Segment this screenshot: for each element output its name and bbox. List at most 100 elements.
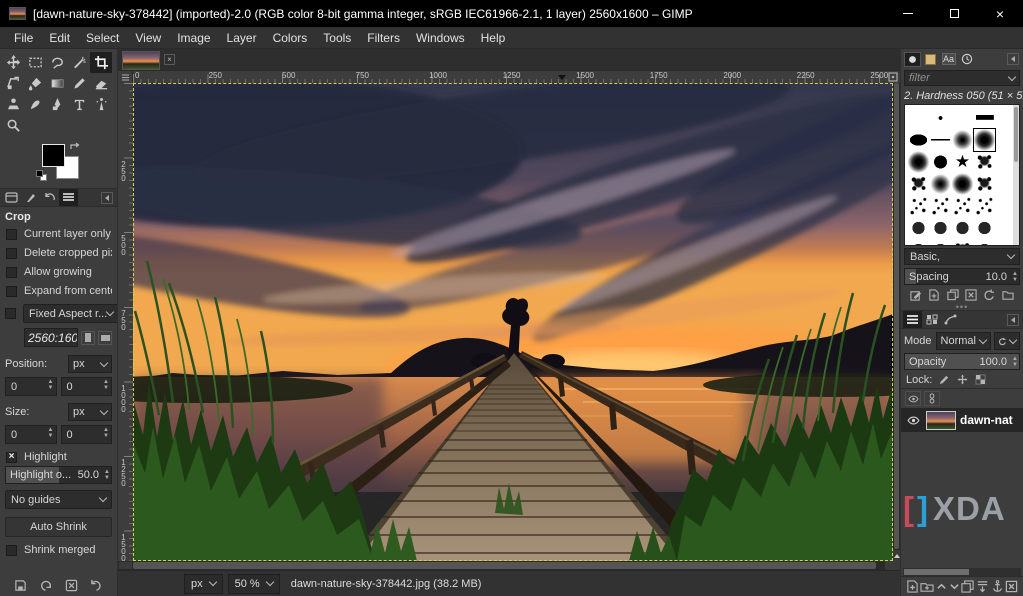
- text-tool-button[interactable]: [68, 94, 90, 115]
- horizontal-scrollbar-thumb[interactable]: [133, 562, 876, 569]
- current-layer-only-option[interactable]: Current layer only: [6, 228, 112, 240]
- delete-tool-preset-icon[interactable]: [65, 579, 78, 592]
- document-history-tab[interactable]: [958, 52, 975, 67]
- expand-from-center-option[interactable]: Expand from center: [6, 285, 112, 297]
- raise-layer-button[interactable]: [936, 581, 947, 592]
- horizontal-ruler[interactable]: 0 250 500 750 1000 1250 1500 1750 2000 2…: [133, 71, 886, 83]
- position-unit-dropdown[interactable]: px: [68, 355, 112, 373]
- highlight-opacity-slider[interactable]: Highlight o... 50.0 ▲▼: [5, 466, 112, 484]
- delete-layer-button[interactable]: [1005, 580, 1018, 593]
- restore-tool-preset-icon[interactable]: [39, 579, 52, 592]
- brush-thumbnail[interactable]: [930, 151, 951, 173]
- zoom-dropdown[interactable]: 50 %: [228, 574, 280, 594]
- bucket-fill-tool-button[interactable]: [24, 73, 46, 94]
- menu-select[interactable]: Select: [78, 28, 127, 48]
- spacing-slider[interactable]: Spacing 10.0 ▲▼: [904, 268, 1020, 285]
- visibility-column-toggle[interactable]: [905, 391, 921, 406]
- shrink-merged-checkbox[interactable]: [6, 545, 17, 556]
- minimize-button[interactable]: [885, 0, 931, 27]
- guides-dropdown[interactable]: No guides: [5, 490, 112, 509]
- layer-mode-dropdown[interactable]: Normal: [936, 332, 991, 350]
- rectangle-select-tool-button[interactable]: [24, 52, 46, 73]
- brush-thumbnail[interactable]: [974, 107, 995, 129]
- layer-name[interactable]: dawn-nat: [960, 413, 1013, 427]
- delete-cropped-pixels-checkbox[interactable]: [6, 248, 17, 259]
- brush-thumbnail[interactable]: ★: [952, 151, 973, 173]
- unit-dropdown[interactable]: px: [184, 574, 223, 594]
- lock-pixels-icon[interactable]: [939, 374, 950, 385]
- brush-thumbnail[interactable]: [908, 173, 929, 195]
- layer-list-scrollbar[interactable]: [903, 568, 1021, 576]
- brush-thumbnail-selected[interactable]: [974, 129, 995, 151]
- paths-tab[interactable]: [941, 311, 960, 328]
- position-y-input[interactable]: 0▲▼: [61, 377, 113, 396]
- crop-tool-button[interactable]: [90, 52, 112, 73]
- tool-options-tab[interactable]: [2, 189, 21, 206]
- merge-down-button[interactable]: [976, 580, 989, 593]
- spinner-arrows-icon[interactable]: ▲▼: [103, 427, 109, 439]
- fixed-aspect-checkbox[interactable]: [5, 308, 16, 319]
- brush-filter-input[interactable]: filter: [904, 70, 1020, 86]
- close-button[interactable]: ×: [977, 0, 1023, 27]
- image-tab-close-icon[interactable]: ×: [164, 54, 175, 65]
- layers-tab[interactable]: [903, 311, 922, 328]
- brush-thumbnail[interactable]: [930, 173, 951, 195]
- menu-filters[interactable]: Filters: [359, 28, 408, 48]
- new-layer-group-button[interactable]: [920, 580, 934, 593]
- brush-thumbnail[interactable]: [908, 239, 929, 246]
- position-x-input[interactable]: 0▲▼: [5, 377, 57, 396]
- gradient-tool-button[interactable]: [46, 73, 68, 94]
- layer-opacity-slider[interactable]: Opacity 100.0 ▲▼: [904, 353, 1020, 370]
- spinner-arrows-icon[interactable]: ▲▼: [48, 379, 54, 391]
- clone-tool-button[interactable]: [2, 94, 24, 115]
- ink-tool-button[interactable]: [46, 94, 68, 115]
- brush-group-dropdown[interactable]: Basic,: [904, 248, 1020, 265]
- scroll-up-button[interactable]: [893, 550, 900, 561]
- brush-thumbnail[interactable]: [952, 217, 973, 239]
- brush-thumbnail[interactable]: [930, 129, 951, 151]
- brush-thumbnail[interactable]: [908, 217, 929, 239]
- menu-help[interactable]: Help: [473, 28, 514, 48]
- foreground-color-swatch[interactable]: [42, 144, 65, 167]
- portrait-orientation-button[interactable]: [81, 331, 95, 345]
- allow-growing-option[interactable]: Allow growing: [6, 266, 112, 278]
- smudge-tool-button[interactable]: [24, 94, 46, 115]
- delete-brush-icon[interactable]: [965, 289, 977, 301]
- eraser-tool-button[interactable]: [90, 73, 112, 94]
- paintbrush-tool-button[interactable]: [68, 73, 90, 94]
- canvas-viewport[interactable]: [133, 83, 893, 561]
- lock-position-icon[interactable]: [957, 374, 968, 385]
- brush-thumbnail[interactable]: [952, 195, 973, 217]
- vertical-scrollbar[interactable]: [893, 83, 900, 561]
- undo-history-tab[interactable]: [40, 189, 59, 206]
- layer-visibility-eye-icon[interactable]: [907, 416, 920, 425]
- save-tool-preset-icon[interactable]: [14, 579, 27, 592]
- brush-grid-scrollbar[interactable]: [1013, 105, 1019, 245]
- device-status-tab[interactable]: [21, 189, 40, 206]
- size-x-input[interactable]: 0▲▼: [5, 425, 57, 444]
- brush-thumbnail[interactable]: [930, 217, 951, 239]
- swap-colors-button[interactable]: [69, 142, 81, 152]
- default-colors-button[interactable]: [36, 170, 49, 182]
- airbrush-tool-button[interactable]: [90, 94, 112, 115]
- horizontal-scrollbar[interactable]: [133, 561, 884, 570]
- menu-tools[interactable]: Tools: [315, 28, 359, 48]
- brush-thumbnail[interactable]: [930, 107, 951, 129]
- brush-thumbnail[interactable]: [908, 195, 929, 217]
- aspect-ratio-input[interactable]: 2560:1600: [24, 328, 78, 347]
- shrink-merged-option[interactable]: Shrink merged: [6, 544, 112, 556]
- canvas-menu-button[interactable]: [118, 71, 133, 83]
- brush-thumbnail[interactable]: [952, 173, 973, 195]
- fixed-aspect-dropdown[interactable]: Fixed Aspect r...: [23, 304, 117, 323]
- brush-thumbnail[interactable]: [974, 195, 995, 217]
- vertical-scrollbar-thumb[interactable]: [894, 83, 899, 549]
- brush-thumbnail[interactable]: [974, 239, 995, 246]
- brush-thumbnail[interactable]: [908, 151, 929, 173]
- layer-list-scrollbar-thumb[interactable]: [904, 569, 969, 575]
- layer-row[interactable]: dawn-nat: [901, 408, 1023, 432]
- brush-thumbnail[interactable]: [974, 173, 995, 195]
- free-select-tool-button[interactable]: [46, 52, 68, 73]
- new-layer-button[interactable]: [906, 580, 919, 593]
- expand-from-center-checkbox[interactable]: [6, 286, 17, 297]
- allow-growing-checkbox[interactable]: [6, 267, 17, 278]
